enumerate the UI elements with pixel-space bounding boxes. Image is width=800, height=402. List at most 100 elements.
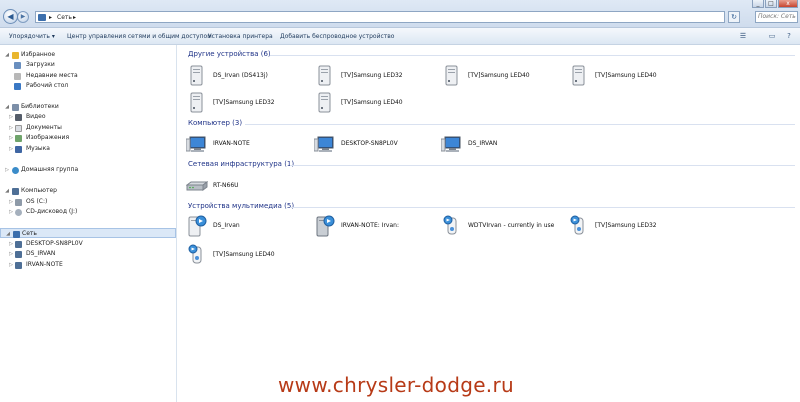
collapse-icon[interactable]: ▷ xyxy=(8,239,14,249)
device-item[interactable]: [TV]Samsung LED32 xyxy=(314,64,442,90)
tree-drive-c[interactable]: ▷ OS (C:) xyxy=(0,197,176,207)
media-device-item[interactable]: [TV]Samsung LED32 xyxy=(568,214,696,240)
tree-label: Избранное xyxy=(21,51,56,58)
navigation-pane: ◢ Избранное Загрузки Недавние места Рабо… xyxy=(0,45,177,402)
media-device-item[interactable]: DS_Irvan xyxy=(186,214,314,240)
breadcrumb-network[interactable]: Сеть xyxy=(57,13,72,22)
watermark-text: www.chrysler-dodge.ru xyxy=(278,373,514,397)
help-icon[interactable]: ? xyxy=(784,32,794,41)
collapse-icon[interactable]: ▷ xyxy=(8,144,14,154)
collapse-icon[interactable]: ▷ xyxy=(8,133,14,143)
tree-downloads[interactable]: Загрузки xyxy=(0,60,176,70)
computer-item[interactable]: DS_IRVAN xyxy=(441,132,569,158)
tree-label: Компьютер xyxy=(21,187,57,194)
expand-icon[interactable]: ◢ xyxy=(4,102,10,112)
refresh-button[interactable]: ↻ xyxy=(728,11,740,23)
collapse-icon[interactable]: ▷ xyxy=(8,207,14,217)
router-item[interactable]: RT-N66U xyxy=(186,174,314,200)
device-label: [TV]Samsung LED40 xyxy=(341,99,403,106)
collapse-icon[interactable]: ▷ xyxy=(8,249,14,259)
maximize-button[interactable]: □ xyxy=(765,0,777,8)
add-printer-button[interactable]: Установка принтера xyxy=(208,28,273,45)
tree-label: Документы xyxy=(26,124,62,131)
tree-music[interactable]: ▷ Музыка xyxy=(0,144,176,154)
tree-net-desktop[interactable]: ▷ DESKTOP-SN8PL0V xyxy=(0,239,176,249)
tower-device-icon xyxy=(318,92,331,113)
minimize-button[interactable]: _ xyxy=(752,0,764,8)
media-device-item[interactable]: [TV]Samsung LED40 xyxy=(186,243,314,269)
tree-desktop[interactable]: Рабочий стол xyxy=(0,81,176,91)
search-input[interactable]: Поиск: Сеть xyxy=(755,11,798,23)
device-item[interactable]: DS_Irvan (DS413j) xyxy=(186,64,314,90)
command-bar: Упорядочить ▾ Центр управления сетями и … xyxy=(0,28,800,45)
device-item[interactable]: [TV]Samsung LED40 xyxy=(441,64,569,90)
media-device-label: [TV]Samsung LED32 xyxy=(595,222,657,229)
expand-icon[interactable]: ◢ xyxy=(4,186,10,196)
group-header-computer[interactable]: Компьютер (3) xyxy=(188,119,242,127)
tree-images[interactable]: ▷ Изображения xyxy=(0,133,176,143)
tree-label: Домашняя группа xyxy=(21,166,79,173)
expand-icon[interactable]: ◢ xyxy=(4,50,10,60)
media-device-item[interactable]: IRVAN-NOTE: Irvan: xyxy=(314,214,442,240)
tree-documents[interactable]: ▷ Документы xyxy=(0,123,176,133)
tree-network[interactable]: ◢ Сеть xyxy=(0,228,176,238)
tree-label: CD-дисковод (J:) xyxy=(26,208,78,215)
star-icon xyxy=(12,52,19,59)
tree-video[interactable]: ▷ Видео xyxy=(0,112,176,122)
collapse-icon[interactable]: ▷ xyxy=(8,112,14,122)
tree-label: Недавние места xyxy=(26,72,78,79)
tree-net-note[interactable]: ▷ IRVAN-NOTE xyxy=(0,260,176,270)
group-header-multimedia[interactable]: Устройства мультимедиа (5) xyxy=(188,202,294,210)
tower-device-icon xyxy=(190,65,203,86)
computer-item[interactable]: DESKTOP-SN8PL0V xyxy=(314,132,442,158)
network-icon xyxy=(38,14,46,21)
media-device-item[interactable]: WDTVIrvan - currently in use xyxy=(441,214,569,240)
tree-label: Изображения xyxy=(26,134,70,141)
device-item[interactable]: [TV]Samsung LED40 xyxy=(314,91,442,117)
address-field[interactable]: ▸ Сеть ▸ xyxy=(35,11,725,23)
back-button[interactable]: ◀ xyxy=(3,9,18,24)
collapse-icon[interactable]: ▷ xyxy=(4,165,10,175)
tree-label: Музыка xyxy=(26,145,50,152)
tree-libraries[interactable]: ◢ Библиотеки xyxy=(0,102,176,112)
network-center-button[interactable]: Центр управления сетями и общим доступом xyxy=(67,28,212,45)
tree-favorites[interactable]: ◢ Избранное xyxy=(0,50,176,60)
tree-recent[interactable]: Недавние места xyxy=(0,71,176,81)
tree-computer[interactable]: ◢ Компьютер xyxy=(0,186,176,196)
forward-button[interactable]: ▶ xyxy=(17,11,29,23)
group-header-other-devices[interactable]: Другие устройства (6) xyxy=(188,50,271,58)
breadcrumb-separator[interactable]: ▸ xyxy=(73,13,76,22)
tree-label: Видео xyxy=(26,113,46,120)
media-server-icon xyxy=(316,215,335,237)
homegroup-icon xyxy=(12,167,19,174)
collapse-icon[interactable]: ▷ xyxy=(8,123,14,133)
tree-label: Загрузки xyxy=(26,61,55,68)
computer-item[interactable]: IRVAN-NOTE xyxy=(186,132,314,158)
group-divider xyxy=(245,124,795,125)
add-wireless-device-button[interactable]: Добавить беспроводное устройство xyxy=(280,28,394,45)
router-label: RT-N66U xyxy=(213,182,239,189)
device-item[interactable]: [TV]Samsung LED32 xyxy=(186,91,314,117)
view-options-icon[interactable]: ☰ xyxy=(738,32,748,41)
computer-icon xyxy=(15,241,22,248)
video-icon xyxy=(15,114,22,121)
cd-drive-icon xyxy=(15,209,22,216)
tree-label: OS (C:) xyxy=(26,198,48,205)
organize-button[interactable]: Упорядочить ▾ xyxy=(9,28,55,45)
tree-homegroup[interactable]: ▷ Домашняя группа xyxy=(0,165,176,175)
device-item[interactable]: [TV]Samsung LED40 xyxy=(568,64,696,90)
desktop-icon xyxy=(14,83,21,90)
close-button[interactable]: x xyxy=(778,0,798,8)
expand-icon[interactable]: ◢ xyxy=(5,229,11,239)
media-device-label: [TV]Samsung LED40 xyxy=(213,251,275,258)
computer-icon xyxy=(12,188,19,195)
tree-net-ds[interactable]: ▷ DS_IRVAN xyxy=(0,249,176,259)
breadcrumb-separator[interactable]: ▸ xyxy=(49,13,52,22)
group-header-infrastructure[interactable]: Сетевая инфраструктура (1) xyxy=(188,160,294,168)
preview-pane-icon[interactable]: ▭ xyxy=(767,32,777,41)
collapse-icon[interactable]: ▷ xyxy=(8,197,14,207)
refresh-icon: ↻ xyxy=(731,13,737,21)
collapse-icon[interactable]: ▷ xyxy=(8,260,14,270)
tree-drive-d[interactable]: ▷ CD-дисковод (J:) xyxy=(0,207,176,217)
tree-label: IRVAN-NOTE xyxy=(26,261,63,268)
